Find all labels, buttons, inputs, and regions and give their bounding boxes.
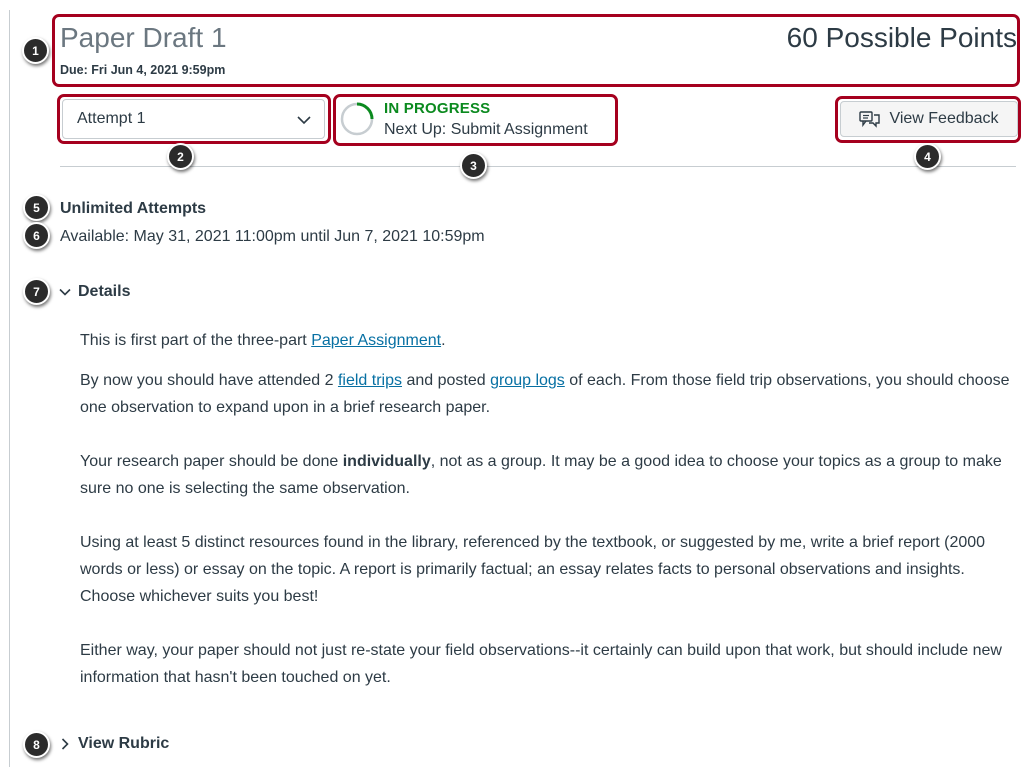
callout-badge: 3	[460, 152, 487, 179]
details-label: Details	[78, 283, 131, 300]
description-paragraph: Using at least 5 distinct resources foun…	[80, 534, 986, 605]
paper-assignment-link[interactable]: Paper Assignment	[311, 332, 441, 349]
callout-box-status	[333, 94, 618, 146]
field-trips-link[interactable]: field trips	[338, 372, 402, 389]
details-toggle[interactable]: Details	[58, 283, 130, 301]
callout-box-feedback	[835, 96, 1021, 143]
callout-badge: 2	[167, 143, 194, 170]
header-divider	[60, 166, 1016, 167]
callout-badge: 5	[23, 194, 50, 221]
attempts-allowed: Unlimited Attempts	[60, 200, 207, 217]
availability-dates: Available: May 31, 2021 11:00pm until Ju…	[60, 228, 485, 245]
description-paragraph: This is first part of the three-part Pap…	[80, 332, 446, 349]
description-paragraph: By now you should have attended 2 field …	[80, 372, 1010, 416]
callout-badge: 8	[23, 731, 50, 758]
group-logs-link[interactable]: group logs	[490, 372, 565, 389]
callout-box-attempt	[57, 94, 331, 144]
chevron-right-icon	[61, 738, 69, 750]
view-rubric-toggle[interactable]: View Rubric	[58, 735, 169, 753]
callout-box-header	[52, 14, 1020, 87]
view-rubric-label: View Rubric	[78, 735, 170, 752]
page-left-border	[9, 10, 10, 767]
callout-badge: 4	[914, 143, 941, 170]
callout-badge: 6	[23, 222, 50, 249]
description-paragraph: Your research paper should be done indiv…	[80, 453, 1002, 497]
chevron-down-icon	[59, 288, 71, 296]
callout-badge: 7	[23, 278, 50, 305]
description-paragraph: Either way, your paper should not just r…	[80, 642, 1002, 686]
callout-badge: 1	[22, 37, 49, 64]
assignment-description: This is first part of the three-part Pap…	[80, 327, 1020, 704]
